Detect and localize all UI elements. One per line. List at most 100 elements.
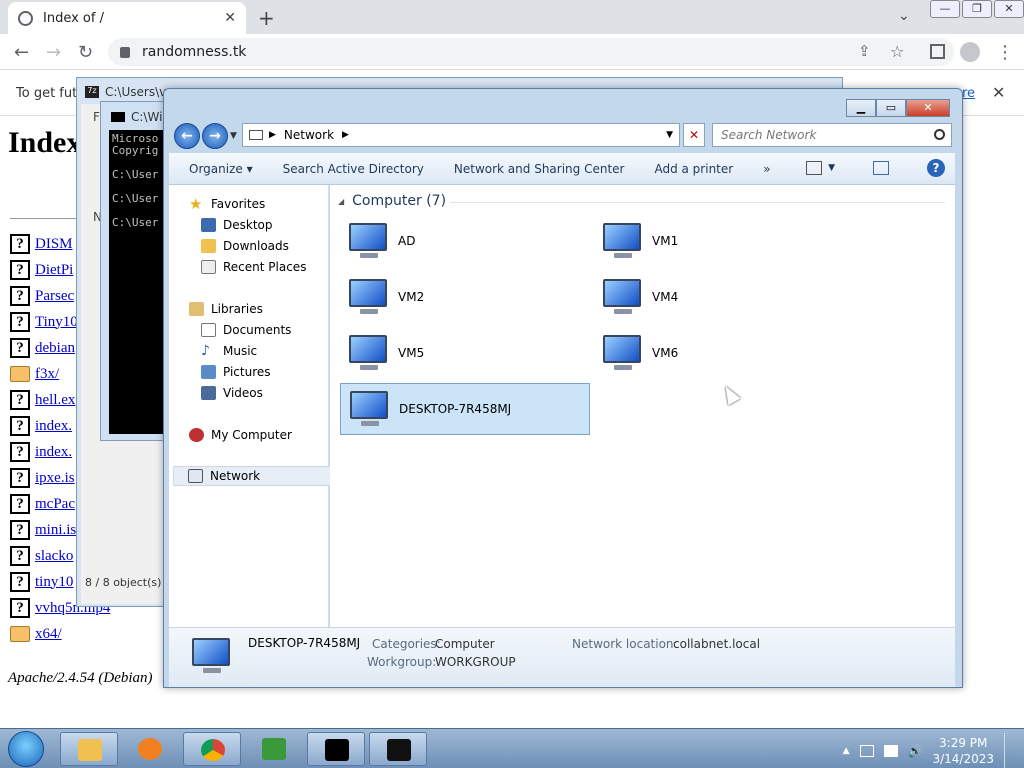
star-icon: ★ — [189, 195, 203, 213]
computer-icon — [189, 636, 233, 676]
cmd-window[interactable]: C:\Win Microso Copyrig C:\User C:\User C… — [100, 101, 171, 441]
computer-item[interactable]: DESKTOP-7R458MJ — [340, 383, 590, 435]
new-tab-button[interactable]: + — [258, 6, 275, 30]
file-link[interactable]: DietPi — [35, 262, 73, 279]
help-icon[interactable]: ? — [927, 159, 945, 177]
add-printer-button[interactable]: Add a printer — [654, 162, 733, 176]
nav-my-computer[interactable]: My Computer — [189, 425, 347, 445]
start-button[interactable] — [8, 731, 44, 767]
taskbar-csharp[interactable] — [245, 732, 303, 766]
nav-network[interactable]: Network — [173, 466, 331, 486]
computer-item[interactable]: AD — [340, 215, 590, 267]
search-icon[interactable] — [934, 129, 945, 140]
details-netloc-value: collabnet.local — [673, 637, 761, 651]
address-dropdown-icon[interactable]: ▼ — [666, 130, 673, 140]
group-header[interactable]: ◢ Computer (7) — [338, 193, 446, 209]
file-link[interactable]: f3x/ — [35, 366, 59, 383]
profile-avatar[interactable] — [960, 42, 980, 62]
file-link[interactable]: tiny10 — [35, 574, 73, 591]
folder-icon — [78, 739, 102, 761]
show-hidden-icons-icon[interactable]: ▲ — [843, 746, 850, 756]
computer-item[interactable]: VM1 — [594, 215, 844, 267]
nav-favorites[interactable]: ★ Favorites — [189, 194, 347, 214]
change-view-icon[interactable] — [806, 161, 823, 175]
command-bar: Organize ▾ Search Active Directory Netwo… — [169, 153, 955, 185]
computer-item[interactable]: VM4 — [594, 271, 844, 323]
tab-search-icon[interactable]: ⌄ — [898, 8, 910, 24]
file-link[interactable]: index. — [35, 418, 72, 435]
computer-item[interactable]: VM6 — [594, 327, 844, 379]
search-ad-button[interactable]: Search Active Directory — [283, 162, 424, 176]
stop-icon[interactable]: ✕ — [683, 123, 705, 147]
file-link[interactable]: Tiny10 — [35, 314, 78, 331]
info-bar-close-icon[interactable]: ✕ — [992, 83, 1005, 102]
file-link[interactable]: mini.is — [35, 522, 76, 539]
maximize-button[interactable]: ▭ — [876, 99, 906, 117]
file-link[interactable]: mcPac — [35, 496, 75, 513]
tab-close-icon[interactable]: ✕ — [224, 10, 236, 26]
file-link[interactable]: index. — [35, 444, 72, 461]
unknown-file-icon: ? — [10, 520, 30, 540]
file-link[interactable]: Parsec — [35, 288, 74, 305]
unknown-file-icon: ? — [10, 468, 30, 488]
info-bar-link[interactable]: re — [962, 86, 975, 101]
browser-toolbar: ← → ↻ randomness.tk ⇪ ☆ ⋮ — [0, 34, 1024, 70]
breadcrumb-arrow-icon[interactable]: ▶ — [269, 130, 276, 140]
collapse-icon[interactable]: ◢ — [338, 197, 344, 206]
share-icon[interactable]: ⇪ — [858, 42, 871, 60]
taskbar-explorer[interactable] — [60, 732, 118, 766]
file-link[interactable]: slacko — [35, 548, 73, 565]
address-bar[interactable]: randomness.tk — [108, 38, 954, 66]
browser-tab[interactable]: Index of / ✕ — [8, 2, 246, 34]
back-icon[interactable]: ← — [14, 42, 29, 63]
explorer-window[interactable]: ▁ ▭ ✕ ← → ▼ ▶ Network ▶ ▼ ✕ Search Netwo… — [163, 88, 963, 688]
minimize-button[interactable]: ▁ — [846, 99, 876, 117]
cmd-output[interactable]: Microso Copyrig C:\User C:\User C:\User — [109, 130, 171, 434]
search-input[interactable]: Search Network — [712, 123, 952, 147]
address-bar[interactable]: ▶ Network ▶ ▼ — [242, 123, 680, 147]
forward-icon[interactable]: → — [46, 42, 61, 63]
nav-libraries[interactable]: Libraries — [189, 299, 347, 319]
computer-name: DESKTOP-7R458MJ — [399, 402, 512, 416]
taskbar-cmd[interactable] — [307, 732, 365, 766]
recent-pages-chevron-icon[interactable]: ▼ — [230, 131, 237, 141]
file-view[interactable]: ◢ Computer (7) AD VM1 VM2 VM4 VM5 VM6 DESKTOP-7… — [330, 185, 955, 627]
file-link[interactable]: DISM — [35, 236, 73, 253]
computer-icon — [600, 333, 644, 373]
chevron-down-icon[interactable]: ▼ — [828, 163, 835, 173]
restore-button[interactable]: ❐ — [962, 0, 992, 18]
close-button[interactable]: ✕ — [994, 0, 1024, 18]
organize-button[interactable]: Organize ▾ — [189, 162, 253, 176]
taskbar: ▲ 🔊 3:29 PM 3/14/2023 — [0, 728, 1024, 768]
file-link[interactable]: hell.ex — [35, 392, 75, 409]
network-sharing-center-button[interactable]: Network and Sharing Center — [454, 162, 625, 176]
reload-icon[interactable]: ↻ — [78, 42, 93, 63]
preview-pane-icon[interactable] — [873, 161, 889, 175]
breadcrumb-arrow-icon[interactable]: ▶ — [342, 130, 349, 140]
forward-button[interactable]: → — [202, 123, 228, 149]
file-link[interactable]: x64/ — [35, 626, 62, 643]
network-tray-icon[interactable] — [859, 745, 874, 757]
bookmark-star-icon[interactable]: ☆ — [890, 42, 904, 61]
computer-item[interactable]: VM5 — [340, 327, 590, 379]
globe-icon — [18, 10, 33, 26]
taskbar-media-player[interactable] — [121, 732, 179, 766]
clock[interactable]: 3:29 PM 3/14/2023 — [932, 735, 994, 767]
back-button[interactable]: ← — [174, 123, 200, 149]
music-icon: ♪ — [201, 343, 210, 359]
close-button[interactable]: ✕ — [906, 99, 950, 117]
action-center-icon[interactable] — [883, 745, 898, 757]
more-commands-button[interactable]: » — [763, 162, 770, 176]
file-link[interactable]: debian — [35, 340, 75, 357]
show-desktop-button[interactable] — [1004, 733, 1016, 768]
side-panel-icon[interactable] — [930, 44, 945, 59]
breadcrumb-network[interactable]: Network — [284, 128, 334, 142]
file-link[interactable]: ipxe.is — [35, 470, 75, 487]
volume-icon[interactable]: 🔊 — [908, 744, 923, 758]
sevenzip-icon: 7z — [85, 86, 99, 98]
taskbar-7zip[interactable] — [369, 732, 427, 766]
taskbar-chrome[interactable] — [183, 732, 241, 766]
computer-item[interactable]: VM2 — [340, 271, 590, 323]
minimize-button[interactable]: — — [930, 0, 960, 18]
chrome-menu-icon[interactable]: ⋮ — [996, 42, 1014, 63]
